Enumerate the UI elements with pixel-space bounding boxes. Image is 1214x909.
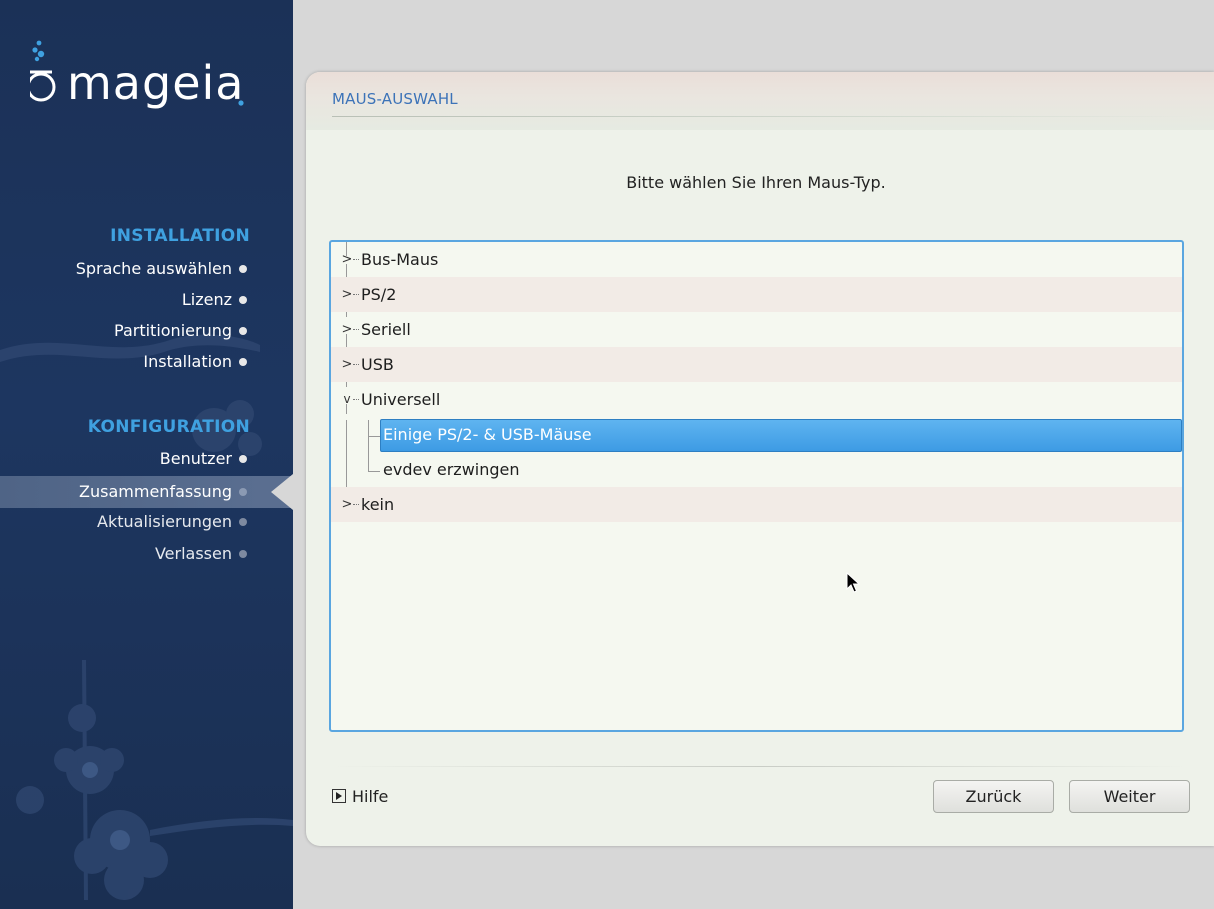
tree-item-einige-ps2-usb[interactable]: Einige PS/2- & USB-Mäuse bbox=[331, 417, 1182, 452]
tree-item-kein[interactable]: > kein bbox=[331, 487, 1182, 522]
triangle-right-icon bbox=[332, 789, 346, 803]
mageia-logo: mageia bbox=[26, 38, 280, 118]
status-dot bbox=[239, 296, 247, 304]
back-button[interactable]: Zurück bbox=[933, 780, 1054, 813]
sidebar-item-label: Installation bbox=[143, 352, 232, 371]
status-dot bbox=[239, 455, 247, 463]
active-step-pointer bbox=[271, 474, 293, 510]
sidebar-item-label: Zusammenfassung bbox=[79, 482, 232, 501]
sidebar-item-partitionierung: Partitionierung bbox=[0, 318, 293, 344]
expand-chevron-icon[interactable]: > bbox=[341, 347, 353, 382]
sidebar-item-lizenz: Lizenz bbox=[0, 287, 293, 313]
status-dot bbox=[239, 488, 247, 496]
tree-item-evdev-erzwingen[interactable]: evdev erzwingen bbox=[331, 452, 1182, 487]
status-dot bbox=[239, 550, 247, 558]
sidebar-item-label: Benutzer bbox=[159, 449, 232, 468]
sidebar-item-label: Aktualisierungen bbox=[97, 512, 232, 531]
tree-item-label: Seriell bbox=[361, 320, 411, 339]
tree-connector bbox=[353, 329, 359, 331]
expand-chevron-icon[interactable]: > bbox=[341, 277, 353, 312]
tree-connector bbox=[353, 364, 359, 366]
tree-item-label: Einige PS/2- & USB-Mäuse bbox=[383, 425, 592, 444]
next-button[interactable]: Weiter bbox=[1069, 780, 1190, 813]
collapse-chevron-icon[interactable]: v bbox=[341, 382, 353, 417]
sidebar-item-label: Lizenz bbox=[181, 290, 232, 309]
main-panel: MAUS-AUSWAHL Bitte wählen Sie Ihren Maus… bbox=[306, 72, 1214, 846]
sidebar-item-sprache: Sprache auswählen bbox=[0, 256, 293, 282]
tree-item-usb[interactable]: > USB bbox=[331, 347, 1182, 382]
tree-connector bbox=[353, 399, 359, 401]
status-dot bbox=[239, 358, 247, 366]
sidebar-item-verlassen: Verlassen bbox=[0, 541, 293, 567]
tree-item-ps2[interactable]: > PS/2 bbox=[331, 277, 1182, 312]
tree-item-universell[interactable]: v Universell bbox=[331, 382, 1182, 417]
sidebar-item-zusammenfassung: Zusammenfassung bbox=[0, 476, 293, 508]
section-heading-installation: INSTALLATION bbox=[110, 226, 250, 246]
tree-item-label: PS/2 bbox=[361, 285, 397, 304]
tree-item-label: Bus-Maus bbox=[361, 250, 439, 269]
mouse-type-tree[interactable]: > Bus-Maus > PS/2 > Seriell > USB v Univ… bbox=[329, 240, 1184, 732]
help-label: Hilfe bbox=[352, 787, 389, 806]
expand-chevron-icon[interactable]: > bbox=[341, 242, 353, 277]
footer-divider bbox=[332, 766, 1188, 767]
logo-text: mageia bbox=[67, 56, 245, 110]
section-heading-konfiguration: KONFIGURATION bbox=[87, 417, 250, 437]
instruction-text: Bitte wählen Sie Ihren Maus-Typ. bbox=[626, 173, 886, 192]
status-dot bbox=[239, 265, 247, 273]
sidebar-item-benutzer: Benutzer bbox=[0, 446, 293, 472]
mouse-cursor-icon bbox=[846, 572, 861, 593]
page-title: MAUS-AUSWAHL bbox=[332, 90, 458, 108]
tree-item-label: kein bbox=[361, 495, 395, 514]
sidebar-item-label: Partitionierung bbox=[114, 321, 232, 340]
tree-item-label: Universell bbox=[361, 390, 441, 409]
title-divider bbox=[332, 116, 1194, 117]
sidebar-item-label: Sprache auswählen bbox=[75, 259, 232, 278]
sidebar-item-label: Verlassen bbox=[154, 544, 232, 563]
tree-item-seriell[interactable]: > Seriell bbox=[331, 312, 1182, 347]
tree-connector bbox=[353, 504, 359, 506]
tree-connector bbox=[353, 259, 359, 261]
expand-chevron-icon[interactable]: > bbox=[341, 312, 353, 347]
sidebar-item-installation: Installation bbox=[0, 349, 293, 375]
status-dot bbox=[239, 518, 247, 526]
tree-item-label: USB bbox=[361, 355, 394, 374]
sidebar: mageia INSTALLATION Sprache auswählen Li… bbox=[0, 0, 293, 909]
tree-connector bbox=[353, 294, 359, 296]
tree-item-bus-maus[interactable]: > Bus-Maus bbox=[331, 242, 1182, 277]
sidebar-item-aktualisierungen: Aktualisierungen bbox=[0, 509, 293, 535]
status-dot bbox=[239, 327, 247, 335]
tree-item-label: evdev erzwingen bbox=[383, 460, 520, 479]
expand-chevron-icon[interactable]: > bbox=[341, 487, 353, 522]
help-expander[interactable]: Hilfe bbox=[332, 786, 388, 808]
